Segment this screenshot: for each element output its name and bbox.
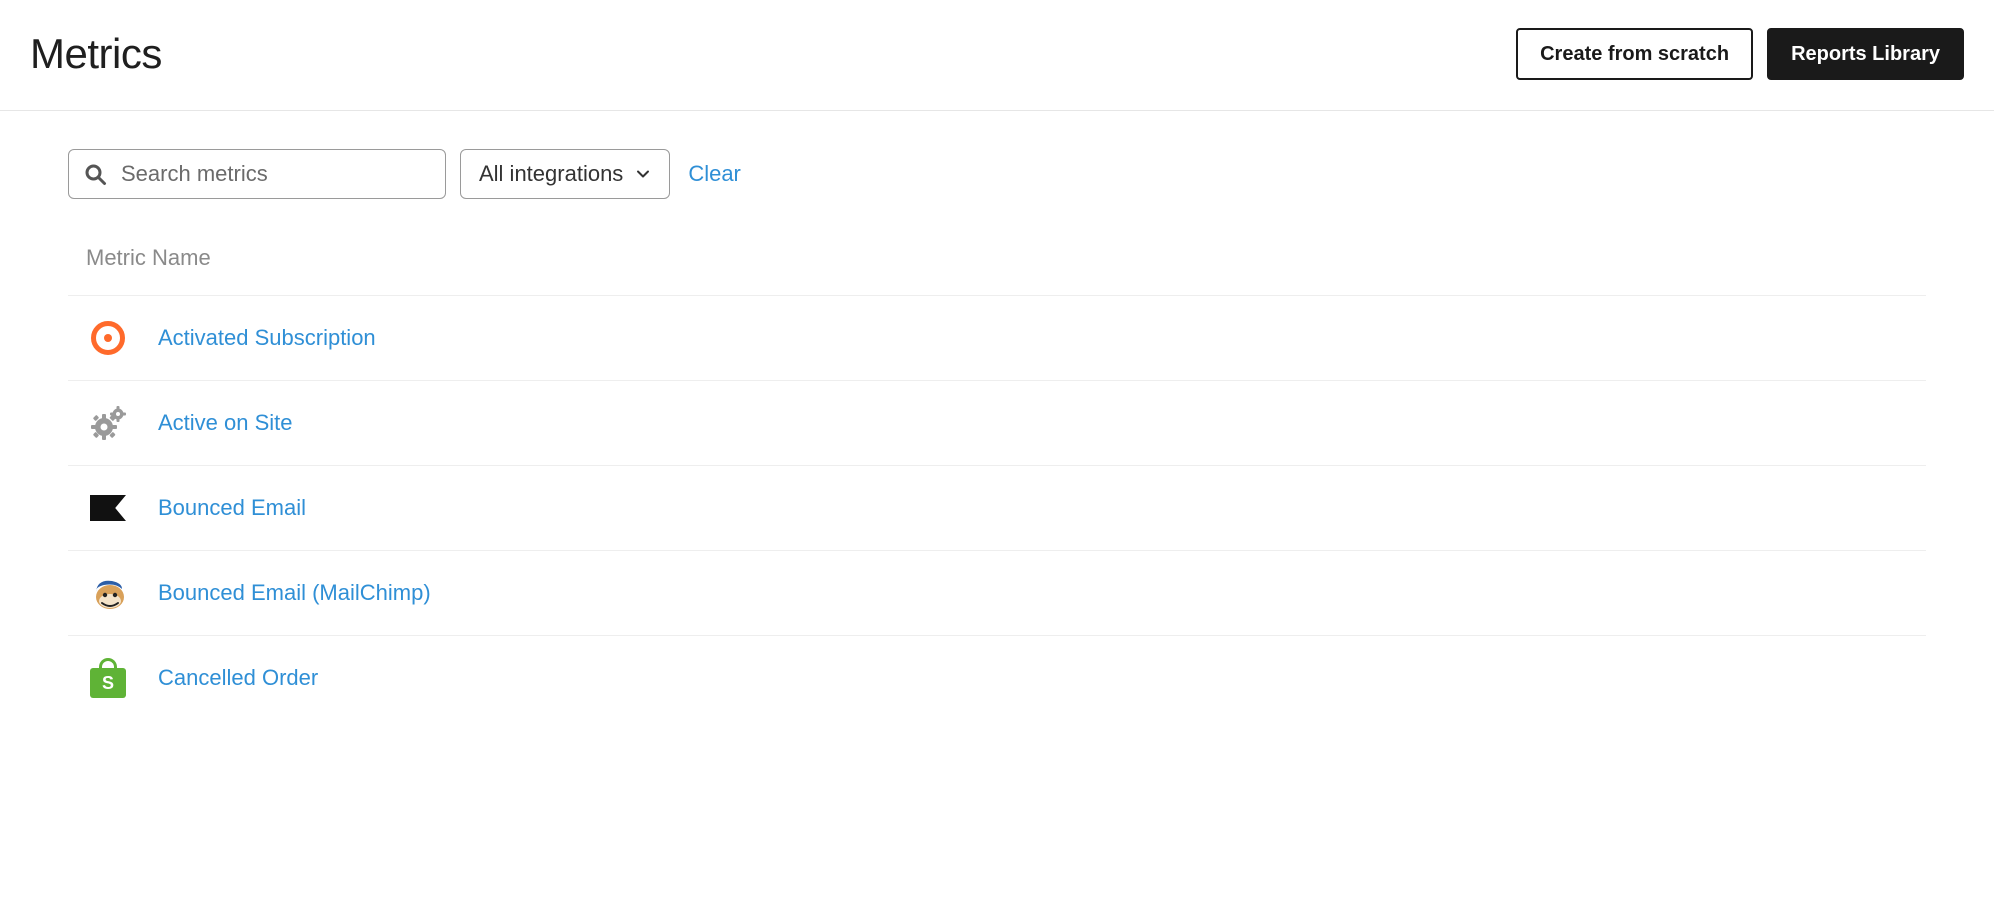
shopify-icon: S — [86, 656, 130, 700]
integrations-select-label: All integrations — [479, 161, 623, 187]
search-input[interactable] — [121, 161, 431, 187]
table-row: Activated Subscription — [68, 296, 1926, 381]
filter-bar: All integrations Clear — [68, 149, 1926, 199]
integrations-select[interactable]: All integrations — [460, 149, 670, 199]
metric-link[interactable]: Bounced Email — [158, 495, 306, 521]
page-title: Metrics — [30, 30, 162, 78]
table-row: S Cancelled Order — [68, 636, 1926, 720]
chevron-down-icon — [635, 166, 651, 182]
metric-link[interactable]: Active on Site — [158, 410, 293, 436]
page-header: Metrics Create from scratch Reports Libr… — [0, 0, 1994, 111]
metric-link[interactable]: Activated Subscription — [158, 325, 376, 351]
table-row: Bounced Email — [68, 466, 1926, 551]
mailchimp-icon — [86, 571, 130, 615]
create-from-scratch-button[interactable]: Create from scratch — [1516, 28, 1753, 80]
gears-icon — [86, 401, 130, 445]
search-icon — [83, 162, 107, 186]
table-row: Bounced Email (MailChimp) — [68, 551, 1926, 636]
metrics-table: Metric Name Activated Subscription — [68, 245, 1926, 720]
klaviyo-flag-icon — [86, 486, 130, 530]
header-actions: Create from scratch Reports Library — [1516, 28, 1964, 80]
reports-library-button[interactable]: Reports Library — [1767, 28, 1964, 80]
table-row: Active on Site — [68, 381, 1926, 466]
content-area: All integrations Clear Metric Name Activ… — [0, 111, 1994, 720]
metric-link[interactable]: Cancelled Order — [158, 665, 318, 691]
search-wrapper[interactable] — [68, 149, 446, 199]
cratejoy-icon — [86, 316, 130, 360]
clear-filters-link[interactable]: Clear — [688, 161, 741, 187]
metric-link[interactable]: Bounced Email (MailChimp) — [158, 580, 431, 606]
column-header-metric-name[interactable]: Metric Name — [68, 245, 1926, 296]
